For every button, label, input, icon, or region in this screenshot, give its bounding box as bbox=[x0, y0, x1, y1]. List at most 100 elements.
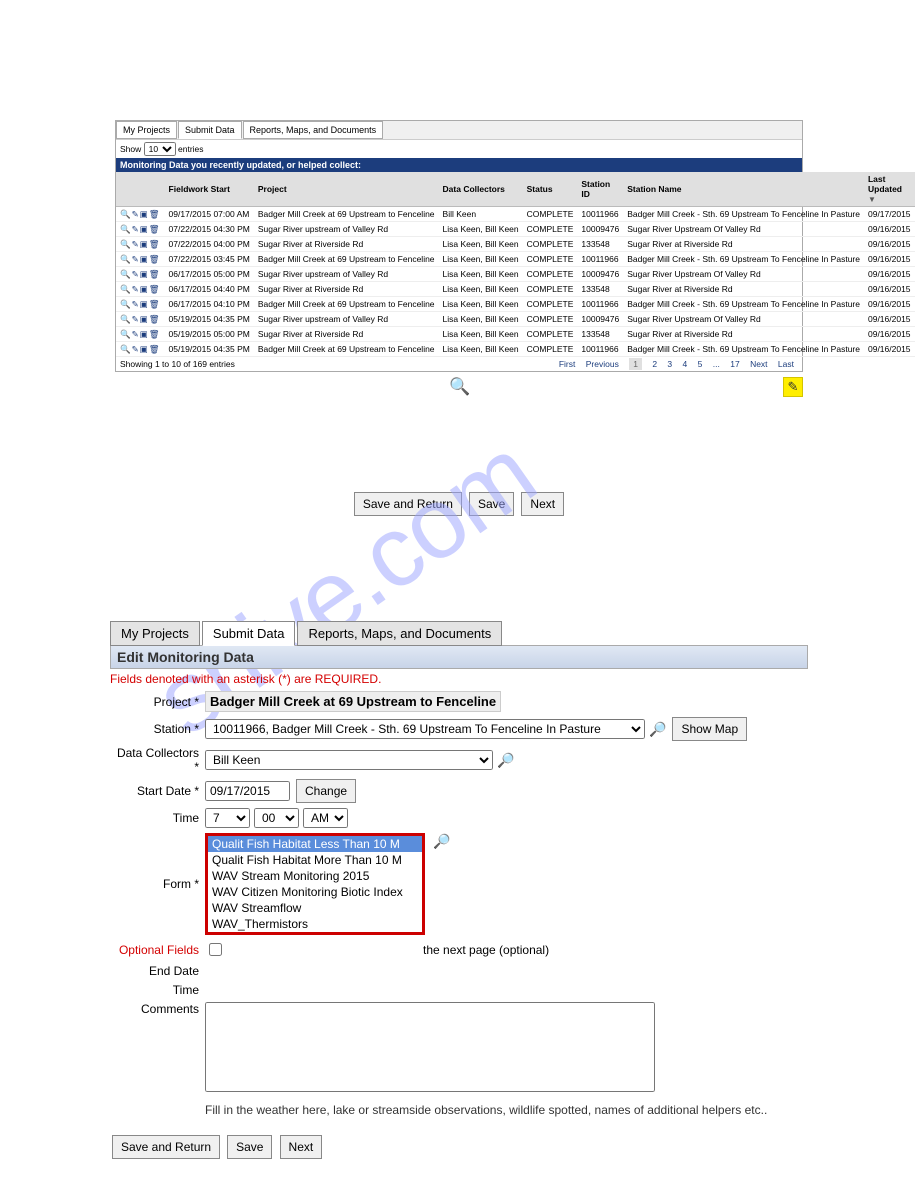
tab-submit-data-b[interactable]: Submit Data bbox=[202, 621, 296, 646]
view-icon[interactable]: 🔍 bbox=[120, 284, 131, 295]
cell-fieldwork-start: 07/22/2015 04:00 PM bbox=[165, 237, 254, 252]
form-option-4[interactable]: WAV Streamflow bbox=[208, 900, 422, 916]
col-last-updated[interactable]: Last Updated ▼ bbox=[864, 172, 915, 207]
hour-select[interactable]: 7 bbox=[205, 808, 250, 828]
edit-icon[interactable]: ✎ bbox=[132, 209, 139, 220]
edit-icon[interactable]: ✎ bbox=[132, 344, 139, 355]
minute-select[interactable]: 00 bbox=[254, 808, 299, 828]
delete-icon[interactable]: 🗑 bbox=[149, 284, 160, 295]
cell-collectors: Lisa Keen, Bill Keen bbox=[439, 222, 523, 237]
form-option-0[interactable]: Qualit Fish Habitat Less Than 10 M bbox=[208, 836, 422, 852]
edit-icon[interactable]: ✎ bbox=[132, 224, 139, 235]
copy-icon[interactable]: ▣ bbox=[140, 314, 148, 325]
edit-icon[interactable]: ✎ bbox=[132, 329, 139, 340]
delete-icon[interactable]: 🗑 bbox=[149, 299, 160, 310]
save-button-b[interactable]: Save bbox=[227, 1135, 272, 1159]
label-start-date: Start Date * bbox=[110, 784, 205, 798]
col-station-id[interactable]: Station ID bbox=[577, 172, 623, 207]
cell-status: COMPLETE bbox=[523, 222, 578, 237]
start-date-input[interactable] bbox=[205, 781, 290, 801]
tab-my-projects-b[interactable]: My Projects bbox=[110, 621, 200, 646]
entries-select[interactable]: 10 bbox=[144, 142, 176, 156]
save-and-return-button-b[interactable]: Save and Return bbox=[112, 1135, 220, 1159]
page-4[interactable]: 4 bbox=[683, 359, 688, 369]
page-17[interactable]: 17 bbox=[730, 359, 739, 369]
page-next[interactable]: Next bbox=[750, 359, 767, 369]
delete-icon[interactable]: 🗑 bbox=[149, 269, 160, 280]
view-icon[interactable]: 🔍 bbox=[120, 299, 131, 310]
edit-icon[interactable]: ✎ bbox=[132, 284, 139, 295]
edit-icon[interactable]: ✎ bbox=[132, 269, 139, 280]
col-project[interactable]: Project bbox=[254, 172, 439, 207]
delete-icon[interactable]: 🗑 bbox=[149, 239, 160, 250]
station-select[interactable]: 10011966, Badger Mill Creek - Sth. 69 Up… bbox=[205, 719, 645, 739]
page-prev[interactable]: Previous bbox=[586, 359, 619, 369]
copy-icon[interactable]: ▣ bbox=[140, 239, 148, 250]
next-button-b[interactable]: Next bbox=[280, 1135, 323, 1159]
col-status[interactable]: Status bbox=[523, 172, 578, 207]
tab-reports[interactable]: Reports, Maps, and Documents bbox=[243, 121, 384, 139]
copy-icon[interactable]: ▣ bbox=[140, 284, 148, 295]
copy-icon[interactable]: ▣ bbox=[140, 344, 148, 355]
form-option-1[interactable]: Qualit Fish Habitat More Than 10 M bbox=[208, 852, 422, 868]
copy-icon[interactable]: ▣ bbox=[140, 254, 148, 265]
page-3[interactable]: 3 bbox=[667, 359, 672, 369]
page-first[interactable]: First bbox=[559, 359, 576, 369]
copy-icon[interactable]: ▣ bbox=[140, 209, 148, 220]
view-icon[interactable]: 🔍 bbox=[120, 344, 131, 355]
form-option-5[interactable]: WAV_Thermistors bbox=[208, 916, 422, 932]
edit-icon[interactable]: ✎ bbox=[132, 299, 139, 310]
delete-icon[interactable]: 🗑 bbox=[149, 224, 160, 235]
change-date-button[interactable]: Change bbox=[296, 779, 356, 803]
edit-icon[interactable]: ✎ bbox=[132, 239, 139, 250]
page-5[interactable]: 5 bbox=[698, 359, 703, 369]
binoculars-icon[interactable]: 🔎 bbox=[649, 721, 666, 738]
save-button[interactable]: Save bbox=[469, 492, 514, 516]
delete-icon[interactable]: 🗑 bbox=[149, 209, 160, 220]
save-and-return-button[interactable]: Save and Return bbox=[354, 492, 462, 516]
search-icon[interactable]: 🔍 bbox=[449, 377, 469, 397]
view-icon[interactable]: 🔍 bbox=[120, 314, 131, 325]
edit-icon[interactable]: ✎ bbox=[132, 254, 139, 265]
view-icon[interactable]: 🔍 bbox=[120, 224, 131, 235]
delete-icon[interactable]: 🗑 bbox=[149, 314, 160, 325]
edit-icon[interactable]: ✎ bbox=[132, 314, 139, 325]
cell-station-id: 133548 bbox=[577, 282, 623, 297]
edit-icon[interactable]: ✎ bbox=[783, 377, 803, 397]
view-icon[interactable]: 🔍 bbox=[120, 239, 131, 250]
view-icon[interactable]: 🔍 bbox=[120, 254, 131, 265]
copy-icon[interactable]: ▣ bbox=[140, 329, 148, 340]
copy-icon[interactable]: ▣ bbox=[140, 224, 148, 235]
form-option-2[interactable]: WAV Stream Monitoring 2015 bbox=[208, 868, 422, 884]
delete-icon[interactable]: 🗑 bbox=[149, 329, 160, 340]
copy-icon[interactable]: ▣ bbox=[140, 299, 148, 310]
ampm-select[interactable]: AM bbox=[303, 808, 348, 828]
binoculars-icon[interactable]: 🔎 bbox=[497, 752, 514, 769]
page-2[interactable]: 2 bbox=[652, 359, 657, 369]
cell-status: COMPLETE bbox=[523, 267, 578, 282]
optional-checkbox[interactable] bbox=[209, 943, 222, 956]
tab-my-projects[interactable]: My Projects bbox=[116, 121, 177, 139]
view-icon[interactable]: 🔍 bbox=[120, 209, 131, 220]
view-icon[interactable]: 🔍 bbox=[120, 329, 131, 340]
tab-submit-data[interactable]: Submit Data bbox=[178, 121, 242, 139]
comments-textarea[interactable] bbox=[205, 1002, 655, 1092]
form-option-3[interactable]: WAV Citizen Monitoring Biotic Index bbox=[208, 884, 422, 900]
form-dropdown-open[interactable]: Qualit Fish Habitat Less Than 10 M Quali… bbox=[205, 833, 425, 935]
next-button[interactable]: Next bbox=[521, 492, 564, 516]
copy-icon[interactable]: ▣ bbox=[140, 269, 148, 280]
show-map-button[interactable]: Show Map bbox=[672, 717, 747, 741]
delete-icon[interactable]: 🗑 bbox=[149, 254, 160, 265]
cell-station-name: Sugar River at Riverside Rd bbox=[623, 327, 864, 342]
page-1[interactable]: 1 bbox=[629, 358, 642, 370]
tab-reports-b[interactable]: Reports, Maps, and Documents bbox=[297, 621, 502, 646]
col-station-name[interactable]: Station Name bbox=[623, 172, 864, 207]
page-last[interactable]: Last bbox=[778, 359, 794, 369]
col-fieldwork-start[interactable]: Fieldwork Start bbox=[165, 172, 254, 207]
cell-fieldwork-start: 06/17/2015 04:40 PM bbox=[165, 282, 254, 297]
binoculars-icon[interactable]: 🔎 bbox=[433, 833, 450, 850]
collector-select[interactable]: Bill Keen bbox=[205, 750, 493, 770]
view-icon[interactable]: 🔍 bbox=[120, 269, 131, 280]
delete-icon[interactable]: 🗑 bbox=[149, 344, 160, 355]
col-data-collectors[interactable]: Data Collectors bbox=[439, 172, 523, 207]
